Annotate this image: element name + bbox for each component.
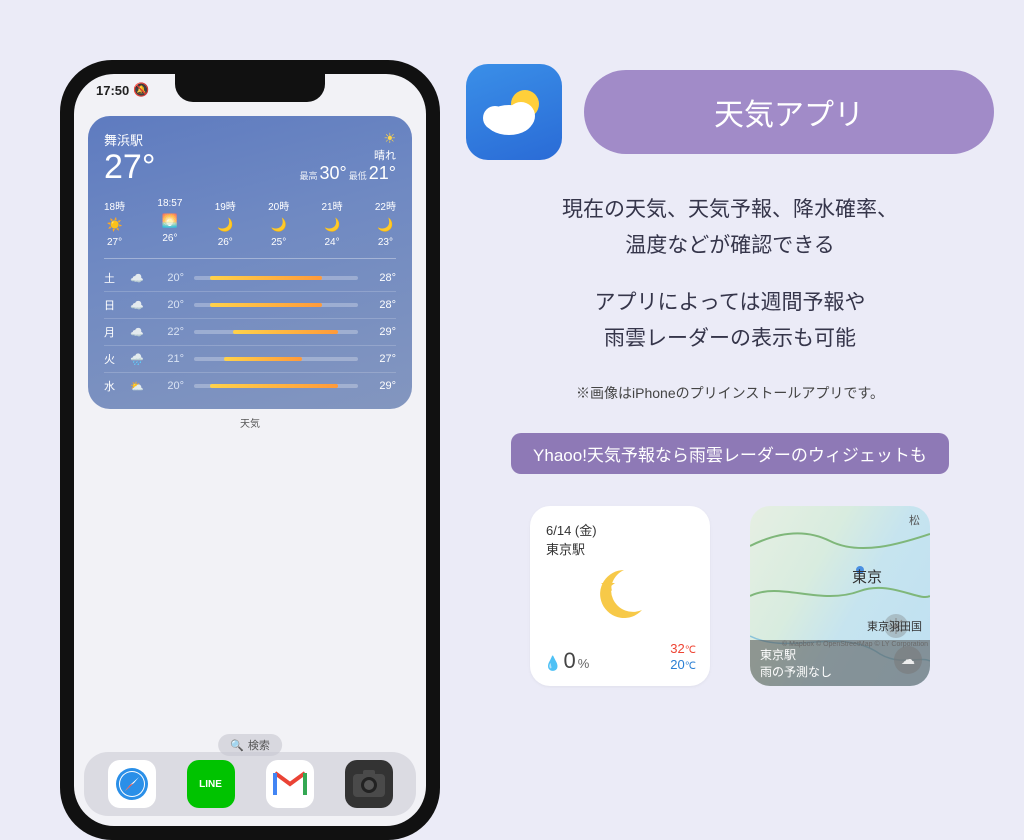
yahoo-forecast-widget[interactable]: 6/14 (金) 東京駅 💧 0 % 32℃ 20℃ bbox=[530, 506, 710, 686]
y1-pop: 💧 0 % bbox=[544, 648, 589, 674]
sun-icon: ☀︎ bbox=[300, 130, 397, 147]
daily-row: 火🌧️21°27° bbox=[104, 346, 396, 373]
footnote: ※画像はiPhoneのプリインストールアプリです。 bbox=[466, 383, 994, 403]
radar-toggle-button[interactable]: ☁ bbox=[894, 646, 922, 674]
map-label-haneda: 東京羽田国 bbox=[867, 618, 922, 634]
y1-station: 東京駅 bbox=[546, 539, 694, 558]
phone-frame: 17:50 🔕 ıı ⌔ 85 舞浜駅 27° ☀︎ 晴れ 最高 bbox=[60, 60, 440, 840]
hourly-col: 20時🌙25° bbox=[268, 198, 289, 248]
daily-row: 月☁️22°29° bbox=[104, 319, 396, 346]
status-time: 17:50 bbox=[96, 83, 129, 98]
map-label-tokyo: 東京 bbox=[852, 566, 882, 587]
dock-app-gmail[interactable] bbox=[266, 760, 314, 808]
dock: LINE bbox=[84, 752, 416, 816]
widget-lo: 21° bbox=[369, 163, 396, 184]
hourly-col: 18時☀️27° bbox=[104, 198, 125, 248]
widget-current-temp: 27° bbox=[104, 149, 155, 186]
hourly-forecast: 18時☀️27° 18:57🌅26° 19時🌙26° 20時🌙25° 21時🌙24° 22… bbox=[104, 198, 396, 259]
daily-row: 日☁️20°28° bbox=[104, 292, 396, 319]
page-title: 天気アプリ bbox=[584, 70, 994, 154]
widget-condition: 晴れ bbox=[300, 147, 397, 163]
phone-screen: 17:50 🔕 ıı ⌔ 85 舞浜駅 27° ☀︎ 晴れ 最高 bbox=[74, 74, 426, 826]
widget-label: 天気 bbox=[74, 415, 426, 430]
y1-date: 6/14 (金) bbox=[546, 520, 694, 539]
widget-location: 舞浜駅 bbox=[104, 130, 155, 149]
map-label-matsu: 松 bbox=[909, 512, 920, 528]
daily-forecast: 土☁️20°28°日☁️20°28°月☁️22°29°火🌧️21°27°水⛅20… bbox=[104, 265, 396, 399]
weather-app-icon bbox=[466, 64, 562, 160]
hourly-col: 21時🌙24° bbox=[321, 198, 342, 248]
description: 現在の天気、天気予報、降水確率、温度などが確認できる アプリによっては週間予報や… bbox=[466, 192, 994, 357]
phone-notch bbox=[175, 74, 325, 102]
dock-app-safari[interactable] bbox=[108, 760, 156, 808]
droplet-icon: 💧 bbox=[544, 655, 561, 672]
silent-icon: 🔕 bbox=[133, 82, 149, 98]
daily-row: 水⛅20°29° bbox=[104, 373, 396, 399]
dock-app-camera[interactable] bbox=[345, 760, 393, 808]
search-icon: 🔍 bbox=[230, 739, 244, 752]
hourly-col: 18:57🌅26° bbox=[157, 198, 182, 248]
info-panel: 天気アプリ 現在の天気、天気予報、降水確率、温度などが確認できる アプリによって… bbox=[466, 64, 994, 686]
daily-row: 土☁️20°28° bbox=[104, 265, 396, 292]
sub-banner: Yhaoo!天気予報なら雨雲レーダーのウィジェットも bbox=[511, 433, 949, 474]
dock-app-line[interactable]: LINE bbox=[187, 760, 235, 808]
y1-temps: 32℃ 20℃ bbox=[670, 641, 696, 674]
weather-widget[interactable]: 舞浜駅 27° ☀︎ 晴れ 最高 30° 最低 21° 18時☀️27°18:5… bbox=[88, 116, 412, 409]
hourly-col: 22時🌙23° bbox=[375, 198, 396, 248]
yahoo-radar-widget[interactable]: 東京 東京羽田国 © Mapbox © OpenStreetMap © LY C… bbox=[750, 506, 930, 686]
moon-icon bbox=[592, 564, 648, 620]
widget-hi: 30° bbox=[320, 163, 347, 184]
hourly-col: 19時🌙26° bbox=[215, 198, 236, 248]
